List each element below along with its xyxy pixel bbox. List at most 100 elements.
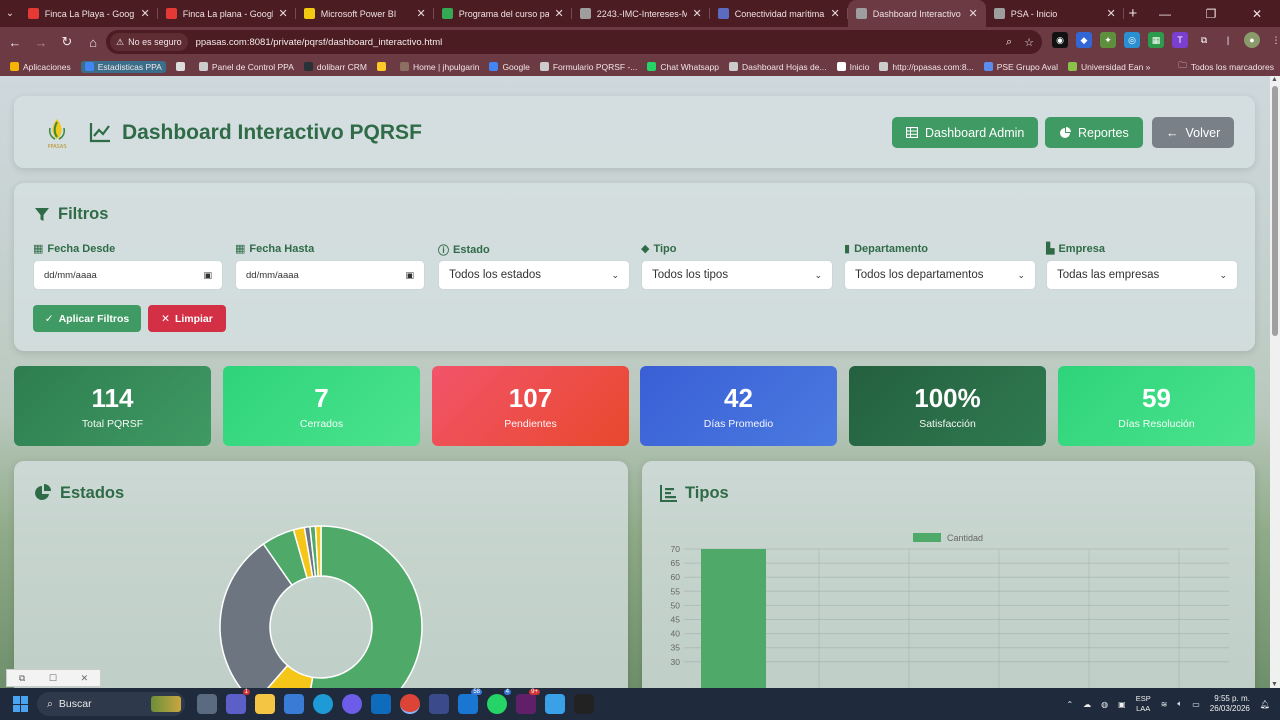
browser-tab[interactable]: Finca La Playa - Google M ✕ [20, 0, 158, 27]
notepad-icon[interactable] [545, 694, 565, 714]
clear-filters-button[interactable]: ✕ Limpiar [148, 305, 226, 332]
restore-icon[interactable]: ⧉ [19, 673, 25, 684]
slack-icon[interactable]: 9+ [516, 689, 540, 714]
dashboard-admin-button[interactable]: Dashboard Admin [892, 117, 1039, 148]
bookmark-star-icon[interactable]: ☆ [1024, 36, 1034, 49]
browser-tab[interactable]: PSA - Inicio ✕ [986, 0, 1124, 27]
close-tab-icon[interactable]: ✕ [279, 7, 288, 20]
new-tab-button[interactable]: + [1124, 0, 1142, 27]
extension-icon[interactable]: ▦ [1148, 32, 1164, 48]
close-window-button[interactable]: ✕ [1234, 0, 1280, 27]
bookmark-item[interactable] [376, 62, 390, 71]
tray-app-icon[interactable]: ▣ [1118, 700, 1126, 709]
outlook-icon[interactable] [371, 694, 391, 714]
close-tab-icon[interactable]: ✕ [141, 7, 150, 20]
filter-select[interactable]: Todos los tipos ⌄ [641, 260, 833, 290]
extension-icon[interactable]: ◎ [1124, 32, 1140, 48]
scroll-down-arrow[interactable]: ▼ [1271, 681, 1278, 688]
profile-avatar[interactable]: ● [1244, 32, 1260, 48]
bookmark-item[interactable]: Chat Whatsapp [647, 62, 719, 72]
close-tab-icon[interactable]: ✕ [693, 7, 702, 20]
bookmark-item[interactable]: Dashboard Hojas de... [729, 62, 827, 72]
bookmark-item[interactable]: dolibarr CRM [303, 62, 367, 72]
bookmarks-overflow-icon[interactable]: » [1146, 62, 1151, 72]
powerbi-icon[interactable] [429, 694, 449, 714]
close-tab-icon[interactable]: ✕ [555, 7, 564, 20]
filter-select[interactable]: Todos los departamentos ⌄ [844, 260, 1036, 290]
calendar-picker-icon[interactable]: ▣ [203, 270, 212, 281]
extension-icon[interactable]: ◉ [1052, 32, 1068, 48]
tray-app-icon[interactable]: ☁ [1083, 700, 1091, 709]
back-button[interactable]: ← [3, 30, 27, 54]
bookmark-item[interactable]: Home | jhpulgarin [399, 62, 479, 72]
bookmark-item[interactable]: Panel de Control PPA [198, 62, 294, 72]
bar[interactable] [701, 549, 766, 688]
taskbar-clock[interactable]: 9:55 p. m. 26/03/2026 [1210, 694, 1250, 714]
extensions-puzzle-icon[interactable]: ⧉ [1196, 32, 1212, 48]
reload-button[interactable]: ↻ [55, 30, 79, 54]
taskbar-search[interactable]: ⌕ Buscar [37, 692, 185, 716]
chevron-up-icon[interactable]: ⌃ [1066, 700, 1073, 709]
security-chip[interactable]: ⚠ No es seguro [110, 33, 188, 51]
maximize-icon[interactable]: ☐ [49, 673, 57, 684]
date-input[interactable]: dd/mm/aaaa ▣ [33, 260, 223, 290]
tray-app-icon[interactable]: ◍ [1101, 700, 1108, 709]
close-tab-icon[interactable]: ✕ [969, 7, 978, 20]
scroll-up-arrow[interactable]: ▲ [1271, 76, 1278, 83]
chrome-icon[interactable] [400, 694, 420, 714]
copilot-icon[interactable] [342, 694, 362, 714]
reportes-button[interactable]: Reportes [1045, 117, 1143, 148]
extension-icon[interactable]: T [1172, 32, 1188, 48]
close-icon[interactable]: ✕ [81, 673, 89, 684]
battery-icon[interactable]: ▭ [1192, 700, 1200, 709]
address-bar[interactable]: ⚠ No es seguro ppasas.com:8081/private/p… [106, 30, 1042, 54]
app-icon[interactable] [574, 694, 594, 714]
notifications-icon[interactable]: 🔔︎ [1260, 700, 1270, 709]
legend-label[interactable]: Cantidad [947, 533, 983, 543]
bookmark-item[interactable] [175, 62, 189, 71]
language-indicator[interactable]: ESP LAA [1136, 694, 1151, 714]
calendar-picker-icon[interactable]: ▣ [405, 270, 414, 281]
close-tab-icon[interactable]: ✕ [417, 7, 426, 20]
browser-tab[interactable]: Conectividad marítima en ✕ [710, 0, 848, 27]
bookmark-item[interactable]: Aplicaciones [10, 62, 71, 72]
zoom-icon[interactable]: ⌕ [1006, 36, 1012, 49]
bookmark-item[interactable]: Estadisticas PPA [80, 60, 166, 73]
filter-select[interactable]: Todas las empresas ⌄ [1046, 260, 1238, 290]
page-scrollbar[interactable]: ▲ ▼ [1270, 76, 1280, 688]
bookmark-item[interactable]: Universidad Ean [1067, 62, 1143, 72]
edge-icon[interactable] [313, 694, 333, 714]
bookmark-item[interactable]: Google [489, 62, 530, 72]
browser-tab[interactable]: Programa del curso para l ✕ [434, 0, 572, 27]
bookmark-item[interactable]: Inicio [836, 62, 869, 72]
start-button[interactable] [13, 696, 29, 712]
mail-icon[interactable]: 58 [458, 689, 482, 714]
browser-tab[interactable]: Microsoft Power BI ✕ [296, 0, 434, 27]
bookmark-item[interactable]: http://ppasas.com:8... [879, 62, 974, 72]
speaker-icon[interactable]: 🔈︎ [1177, 699, 1182, 709]
browser-tab[interactable]: Finca La plana - Google M ✕ [158, 0, 296, 27]
url-text[interactable]: ppasas.com:8081/private/pqrsf/dashboard_… [196, 37, 443, 48]
teams-icon[interactable]: 1 [226, 689, 250, 714]
home-button[interactable]: ⌂ [81, 30, 105, 54]
legend-swatch[interactable] [913, 533, 941, 542]
close-tab-icon[interactable]: ✕ [1107, 7, 1116, 20]
forward-button[interactable]: → [29, 30, 53, 54]
bookmark-item[interactable]: PSE Grupo Aval [983, 62, 1058, 72]
browser-tab[interactable]: 2243.-IMC-Intereses-Man ✕ [572, 0, 710, 27]
bookmark-item[interactable]: Formulario PQRSF -... [539, 62, 637, 72]
volver-button[interactable]: ← Volver [1152, 117, 1235, 148]
maximize-button[interactable]: ❐ [1188, 0, 1234, 27]
apply-filters-button[interactable]: ✓ Aplicar Filtros [33, 305, 141, 332]
wifi-icon[interactable]: ≋ [1161, 700, 1168, 709]
browser-tab[interactable]: Dashboard Interactivo - P ✕ [847, 0, 986, 27]
task-view-icon[interactable] [197, 694, 217, 714]
whatsapp-icon[interactable]: 4 [487, 689, 511, 714]
scrollbar-thumb[interactable] [1272, 86, 1278, 336]
all-bookmarks[interactable]: 🗀 Todos los marcadores [1178, 60, 1274, 74]
donut-slice[interactable] [304, 525, 423, 688]
file-explorer-icon[interactable] [255, 694, 275, 714]
extension-icon[interactable]: ✦ [1100, 32, 1116, 48]
filter-select[interactable]: Todos los estados ⌄ [438, 260, 630, 290]
tab-search-button[interactable]: ⌄ [0, 0, 20, 27]
